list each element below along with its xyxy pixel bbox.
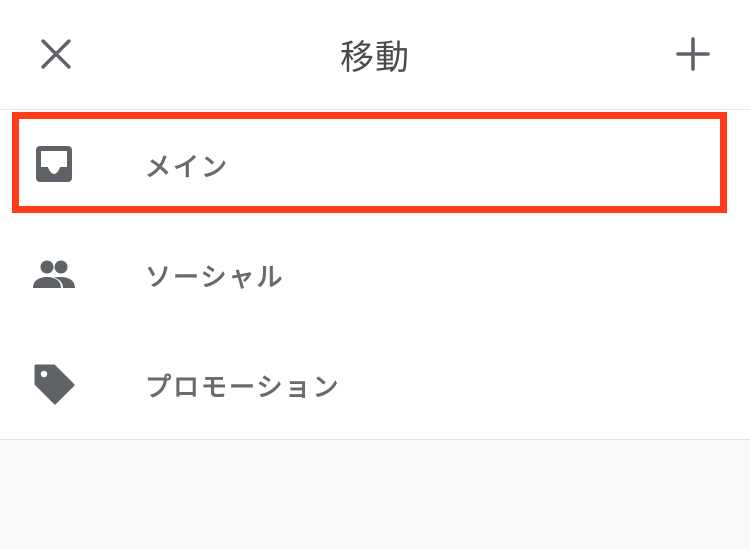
list-item-promotions[interactable]: プロモーション	[0, 330, 750, 440]
list-item-label: メイン	[145, 153, 230, 183]
divider	[0, 439, 750, 440]
tag-icon	[30, 360, 78, 408]
header: 移動	[0, 0, 750, 110]
move-sheet: 移動 メイン ソーシャル プロモーション	[0, 0, 750, 440]
plus-icon	[676, 37, 710, 71]
list-item-main[interactable]: メイン	[0, 110, 750, 220]
add-label-button[interactable]	[673, 34, 713, 74]
people-icon	[30, 250, 78, 298]
page-title: 移動	[340, 38, 410, 78]
list-item-label: ソーシャル	[145, 263, 285, 293]
list-item-label: プロモーション	[145, 373, 341, 403]
list-item-social[interactable]: ソーシャル	[0, 220, 750, 330]
inbox-icon	[30, 140, 78, 188]
